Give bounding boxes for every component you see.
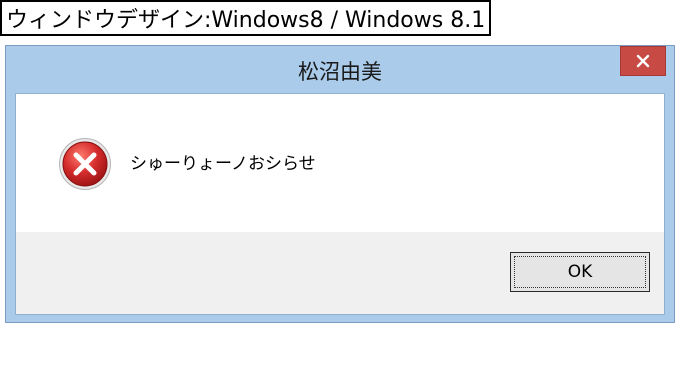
close-button[interactable] xyxy=(620,46,666,76)
page-caption: ウィンドウデザイン:Windows8 / Windows 8.1 xyxy=(0,0,492,36)
dialog-window: 松沼由美 シゅーりょーノおシらせ OK xyxy=(5,45,675,323)
ok-button-label: OK xyxy=(567,262,593,282)
dialog-title: 松沼由美 xyxy=(298,60,382,84)
error-icon xyxy=(59,138,111,190)
ok-button[interactable]: OK xyxy=(510,252,650,292)
close-icon xyxy=(636,54,650,68)
dialog-client-area: シゅーりょーノおシらせ OK xyxy=(15,93,665,315)
page-caption-text: ウィンドウデザイン:Windows8 / Windows 8.1 xyxy=(6,8,486,33)
message-area: シゅーりょーノおシらせ xyxy=(16,94,664,232)
button-bar: OK xyxy=(16,232,664,314)
title-bar[interactable]: 松沼由美 xyxy=(6,46,674,93)
dialog-message: シゅーりょーノおシらせ xyxy=(130,154,316,174)
